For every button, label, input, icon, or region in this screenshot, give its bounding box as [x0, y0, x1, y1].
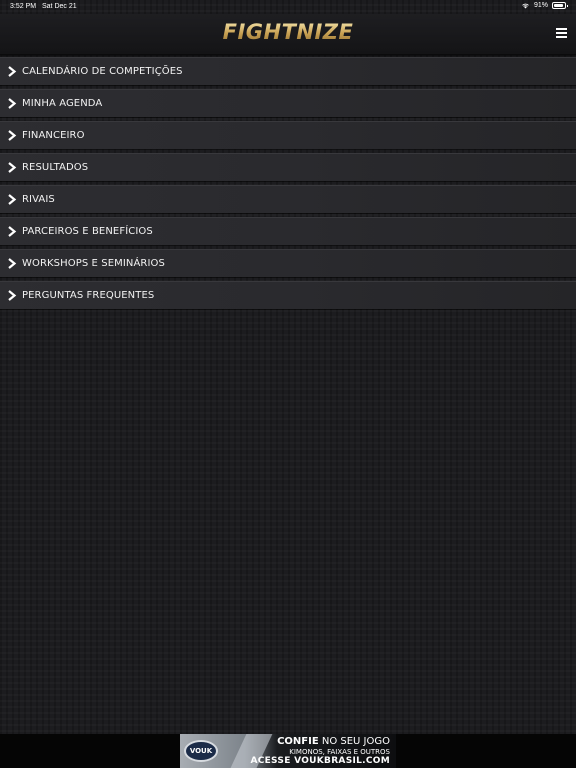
- menu-item[interactable]: RESULTADOS: [0, 153, 576, 181]
- ad-banner: VOUK CONFIE NO SEU JOGO KIMONOS, FAIXAS …: [0, 734, 576, 768]
- chevron-right-icon: [8, 258, 17, 269]
- menu-item-label: FINANCEIRO: [22, 130, 85, 141]
- menu-item-label: WORKSHOPS E SEMINÁRIOS: [22, 258, 165, 269]
- menu-item[interactable]: MINHA AGENDA: [0, 89, 576, 117]
- battery-icon: [552, 2, 568, 9]
- battery-level: [554, 4, 564, 7]
- chevron-right-icon: [8, 130, 17, 141]
- status-indicators: 91%: [521, 2, 568, 9]
- ad-brand-logo: VOUK: [184, 740, 218, 762]
- menu-item[interactable]: FINANCEIRO: [0, 121, 576, 149]
- chevron-right-icon: [8, 194, 17, 205]
- ad-headline-bold: CONFIE: [277, 736, 319, 747]
- ad-cta: ACESSE VOUKBRASIL.COM: [250, 756, 390, 766]
- app-logo: FIGHTNIZE: [0, 20, 576, 44]
- menu-item-label: MINHA AGENDA: [22, 98, 103, 109]
- chevron-right-icon: [8, 162, 17, 173]
- menu-item-label: PARCEIROS E BENEFÍCIOS: [22, 226, 153, 237]
- menu-item-label: PERGUNTAS FREQUENTES: [22, 290, 155, 301]
- chevron-right-icon: [8, 98, 17, 109]
- hamburger-menu-icon[interactable]: [556, 28, 567, 38]
- menu-item[interactable]: PERGUNTAS FREQUENTES: [0, 281, 576, 309]
- battery-percent: 91%: [533, 2, 548, 9]
- chevron-right-icon: [8, 226, 17, 237]
- menu-item[interactable]: RIVAIS: [0, 185, 576, 213]
- ad-creative[interactable]: VOUK CONFIE NO SEU JOGO KIMONOS, FAIXAS …: [180, 734, 396, 768]
- status-time: 3:52 PM: [10, 3, 37, 10]
- ad-subline: KIMONOS, FAIXAS E OUTROS: [289, 748, 390, 756]
- menu-item[interactable]: CALENDÁRIO DE COMPETIÇÕES: [0, 57, 576, 85]
- status-date: Sat Dec 21: [42, 3, 77, 10]
- main-menu: CALENDÁRIO DE COMPETIÇÕES MINHA AGENDA FIN…: [0, 57, 576, 313]
- menu-item-label: RIVAIS: [22, 194, 55, 205]
- menu-item[interactable]: PARCEIROS E BENEFÍCIOS: [0, 217, 576, 245]
- chevron-right-icon: [8, 66, 17, 77]
- status-bar: 3:52 PM Sat Dec 21 91%: [0, 0, 576, 14]
- wifi-icon: [522, 3, 529, 9]
- ad-headline-rest: NO SEU JOGO: [318, 736, 390, 747]
- menu-item-label: RESULTADOS: [22, 162, 89, 173]
- app-header: FIGHTNIZE: [0, 14, 576, 55]
- ad-headline: CONFIE NO SEU JOGO: [277, 736, 390, 747]
- chevron-right-icon: [8, 290, 17, 301]
- menu-item-label: CALENDÁRIO DE COMPETIÇÕES: [22, 66, 183, 77]
- menu-item[interactable]: WORKSHOPS E SEMINÁRIOS: [0, 249, 576, 277]
